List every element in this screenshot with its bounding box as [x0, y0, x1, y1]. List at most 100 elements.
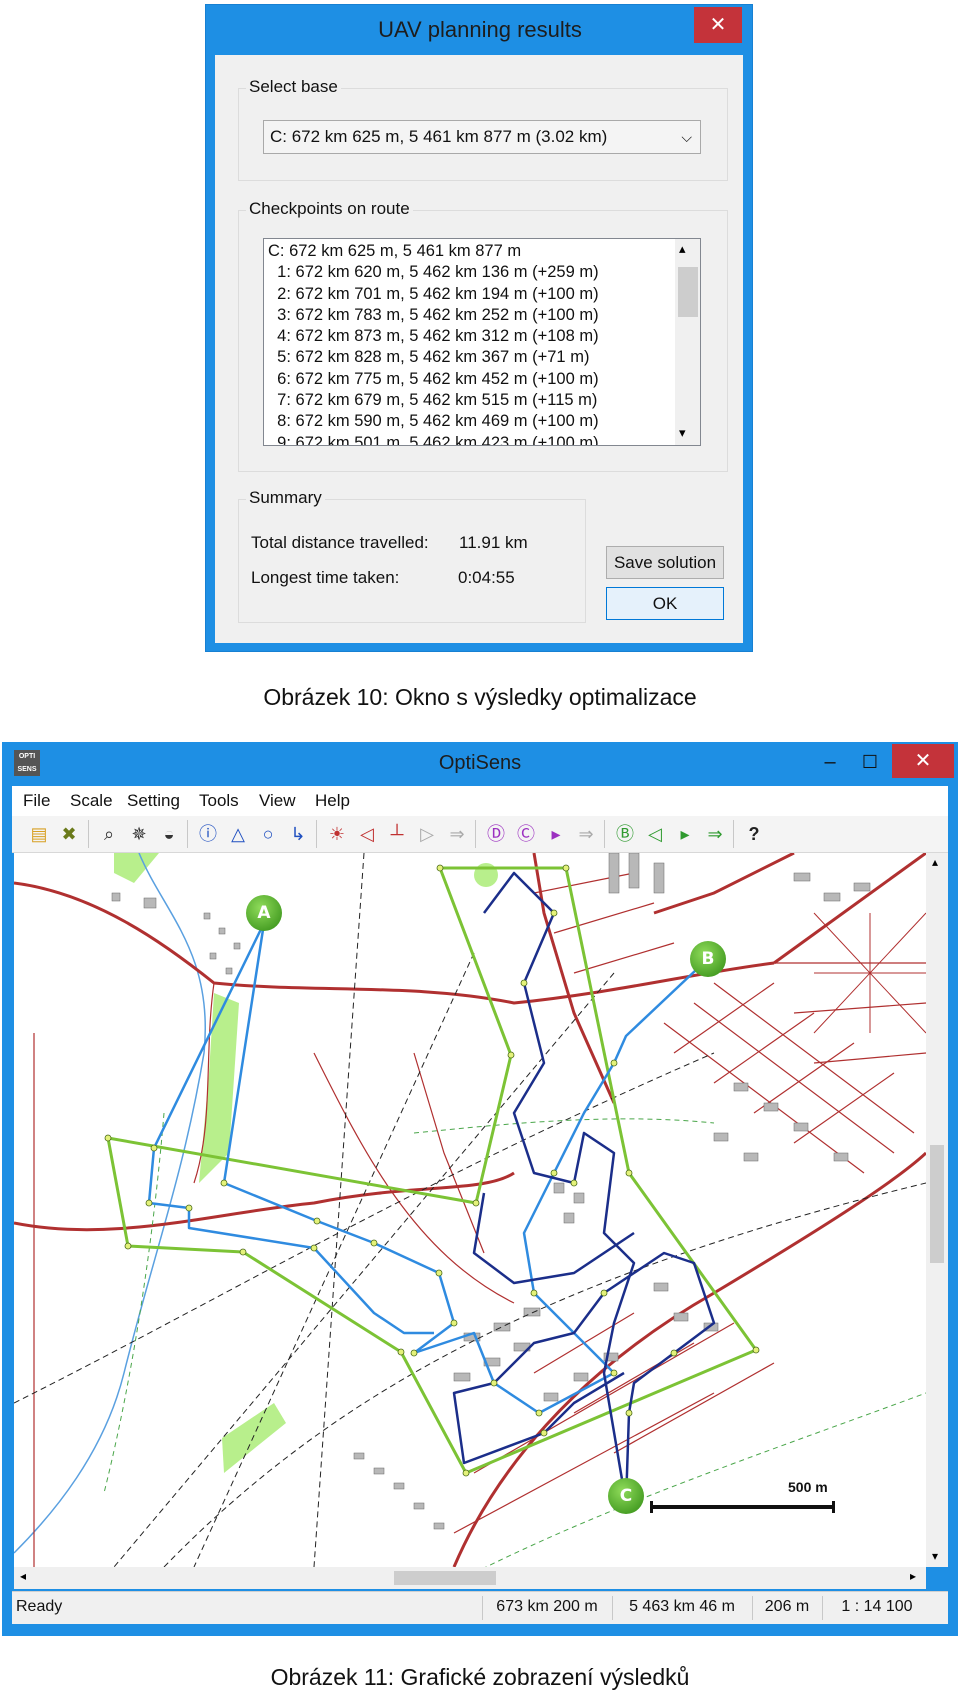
menu-help[interactable]: Help — [315, 786, 350, 816]
checkpoints-list-items: C: 672 km 625 m, 5 461 km 877 m 1: 672 k… — [268, 241, 673, 445]
green-dashed-lines — [103, 1112, 926, 1567]
area-icon[interactable]: ◒ — [156, 821, 182, 847]
window-close-button[interactable]: ✕ — [892, 744, 954, 778]
save-solution-button[interactable]: Save solution — [606, 546, 724, 579]
scroll-down-icon[interactable]: ▾ — [932, 1549, 938, 1563]
vegetation-area — [222, 1403, 286, 1473]
toolbar-separator — [316, 820, 317, 848]
menu-tools[interactable]: Tools — [199, 786, 239, 816]
c-circle-icon[interactable]: Ⓒ — [513, 821, 539, 847]
scroll-left-icon[interactable]: ◂ — [20, 1569, 26, 1583]
status-bar: Ready 673 km 200 m 5 463 km 46 m 206 m 1… — [12, 1591, 948, 1624]
caption-figure-10: Obrázek 10: Okno s výsledky optimalizace — [263, 684, 697, 710]
scroll-thumb[interactable] — [678, 267, 698, 317]
checkpoint-item[interactable]: 1: 672 km 620 m, 5 462 km 136 m (+259 m) — [268, 262, 673, 283]
dialog-close-button[interactable]: ✕ — [694, 7, 742, 43]
dialog-title: UAV planning results — [378, 17, 582, 42]
checkpoint-item[interactable]: 2: 672 km 701 m, 5 462 km 194 m (+100 m) — [268, 284, 673, 305]
d-circle-icon[interactable]: Ⓓ — [483, 821, 509, 847]
list-scrollbar[interactable]: ▴ ▾ — [675, 239, 700, 445]
toolbar-separator — [88, 820, 89, 848]
toolbar-separator — [187, 820, 188, 848]
base-select[interactable]: C: 672 km 625 m, 5 461 km 877 m (3.02 km… — [263, 120, 701, 154]
scroll-thumb[interactable] — [930, 1145, 944, 1263]
scroll-up-icon[interactable]: ▴ — [932, 855, 938, 869]
polygon-green-icon[interactable]: ◁ — [642, 821, 668, 847]
status-distance: 206 m — [764, 1598, 810, 1615]
step-icon[interactable]: ▷ — [414, 821, 440, 847]
map-canvas[interactable]: A B C 500 m — [14, 853, 926, 1567]
city-star — [813, 912, 926, 1034]
chevron-down-icon: ⌵ — [681, 129, 692, 145]
time-label: Longest time taken: — [251, 568, 400, 587]
scroll-up-icon[interactable]: ▴ — [679, 241, 686, 257]
marker-b[interactable]: B — [690, 941, 726, 977]
checkpoint-item[interactable]: C: 672 km 625 m, 5 461 km 877 m — [268, 241, 673, 262]
delete-icon[interactable]: ✖ — [56, 821, 82, 847]
status-separator — [822, 1596, 823, 1620]
scroll-down-icon[interactable]: ▾ — [679, 425, 686, 441]
zoom-search-icon[interactable]: ⌕ — [96, 821, 122, 847]
maximize-button[interactable]: ☐ — [850, 746, 890, 778]
forward-icon[interactable]: ⇒ — [573, 821, 599, 847]
toolbar-separator — [475, 820, 476, 848]
scroll-right-icon[interactable]: ▸ — [910, 1569, 916, 1583]
minimize-button[interactable]: – — [810, 746, 850, 778]
dialog-body: Select base C: 672 km 625 m, 5 461 km 87… — [215, 55, 743, 643]
info-icon[interactable]: ⓘ — [195, 821, 221, 847]
circle-icon[interactable]: ○ — [255, 821, 281, 847]
menu-bar: File Scale Setting Tools View Help — [12, 786, 948, 816]
network-icon[interactable]: ✵ — [126, 821, 152, 847]
play-icon[interactable]: ▸ — [543, 821, 569, 847]
uav-results-dialog: UAV planning results ✕ Select base C: 67… — [205, 4, 753, 652]
summary-label: Summary — [246, 488, 325, 508]
status-text: Ready — [16, 1598, 63, 1615]
select-base-label: Select base — [246, 77, 341, 97]
open-folder-icon[interactable]: ▤ — [26, 821, 52, 847]
ok-button[interactable]: OK — [606, 587, 724, 620]
vertical-scrollbar[interactable]: ▴ ▾ — [926, 853, 948, 1567]
polygon-icon[interactable]: ◁ — [354, 821, 380, 847]
scroll-thumb[interactable] — [394, 1571, 496, 1585]
menu-setting[interactable]: Setting — [127, 786, 180, 816]
arrow-green-icon[interactable]: ⇒ — [702, 821, 728, 847]
checkpoint-item[interactable]: 9: 672 km 501 m, 5 462 km 423 m (+100 m) — [268, 433, 673, 445]
caption-figure-11: Obrázek 11: Grafické zobrazení výsledků — [270, 1664, 690, 1690]
play-green-icon[interactable]: ▸ — [672, 821, 698, 847]
checkpoint-item[interactable]: 3: 672 km 783 m, 5 462 km 252 m (+100 m) — [268, 305, 673, 326]
horizontal-scrollbar[interactable]: ◂ ▸ — [14, 1567, 926, 1589]
sun-icon[interactable]: ☀ — [324, 821, 350, 847]
toolbar-separator — [733, 820, 734, 848]
distance-label: Total distance travelled: — [251, 533, 429, 552]
checkpoint-item[interactable]: 4: 672 km 873 m, 5 462 km 312 m (+108 m) — [268, 326, 673, 347]
scale-label: 500 m — [788, 1479, 828, 1495]
buildings — [111, 853, 871, 1530]
checkpoint-item[interactable]: 8: 672 km 590 m, 5 462 km 469 m (+100 m) — [268, 411, 673, 432]
status-scale: 1 : 14 100 — [841, 1598, 913, 1615]
checkpoint-item[interactable]: 7: 672 km 679 m, 5 462 km 515 m (+115 m) — [268, 390, 673, 411]
triangle-icon[interactable]: △ — [225, 821, 251, 847]
marker-a[interactable]: A — [246, 895, 282, 931]
route-icon[interactable]: ↳ — [285, 821, 311, 847]
checkpoints-label: Checkpoints on route — [246, 199, 413, 219]
checkpoint-item[interactable]: 5: 672 km 828 m, 5 462 km 367 m (+71 m) — [268, 347, 673, 368]
map-scale-bar — [650, 1501, 835, 1513]
status-x-coordinate: 673 km 200 m — [496, 1598, 598, 1615]
menu-view[interactable]: View — [259, 786, 296, 816]
checkpoints-list[interactable]: C: 672 km 625 m, 5 461 km 877 m 1: 672 k… — [263, 238, 701, 446]
arrow-icon[interactable]: ⇒ — [444, 821, 470, 847]
marker-icon[interactable]: ┴ — [384, 821, 410, 847]
help-icon[interactable]: ? — [741, 821, 767, 847]
route-dark-blue — [452, 871, 716, 1504]
map-svg — [14, 853, 926, 1567]
time-value: 0:04:55 — [458, 568, 515, 587]
status-separator — [482, 1596, 483, 1620]
checkpoint-item[interactable]: 6: 672 km 775 m, 5 462 km 452 m (+100 m) — [268, 369, 673, 390]
menu-file[interactable]: File — [23, 786, 50, 816]
river-line — [14, 853, 206, 1554]
marker-c[interactable]: C — [608, 1478, 644, 1514]
b-circle-icon[interactable]: Ⓑ — [612, 821, 638, 847]
status-separator — [612, 1596, 613, 1620]
optisens-window: OPTI SENS OptiSens – ☐ ✕ File Scale Sett… — [2, 742, 958, 1636]
menu-scale[interactable]: Scale — [70, 786, 113, 816]
